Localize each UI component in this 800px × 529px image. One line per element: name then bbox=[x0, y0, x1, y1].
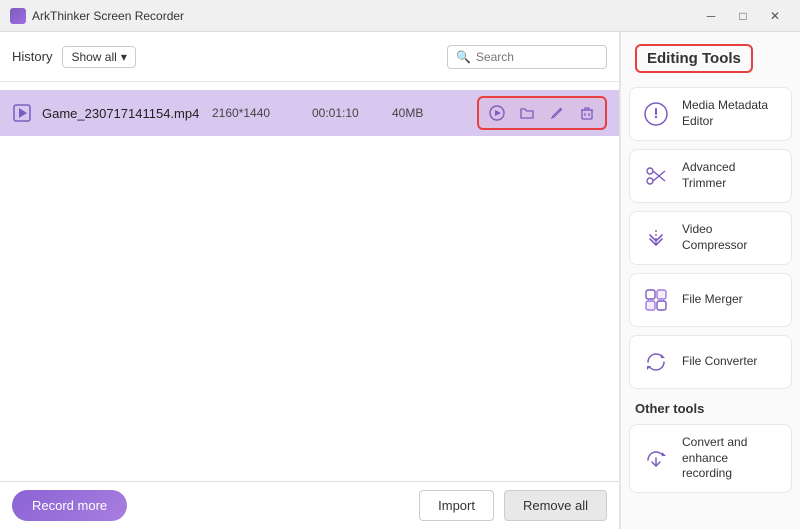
dropdown-arrow-icon: ▾ bbox=[121, 50, 127, 64]
editing-tools-label: Editing Tools bbox=[635, 44, 753, 73]
maximize-button[interactable]: □ bbox=[728, 6, 758, 26]
left-panel: History Show all ▾ 🔍 Game_23071714 bbox=[0, 32, 620, 529]
file-resolution: 2160*1440 bbox=[212, 106, 302, 120]
show-all-label: Show all bbox=[71, 50, 116, 64]
file-list: Game_230717141154.mp4 2160*1440 00:01:10… bbox=[0, 82, 619, 481]
tool-card-convert-enhance[interactable]: Convert andenhance recording bbox=[629, 424, 792, 493]
other-tools-header: Other tools bbox=[621, 393, 800, 420]
tool-card-video-compressor[interactable]: VideoCompressor bbox=[629, 211, 792, 265]
convert-enhance-label: Convert andenhance recording bbox=[682, 435, 781, 482]
main-layout: History Show all ▾ 🔍 Game_23071714 bbox=[0, 32, 800, 529]
file-row[interactable]: Game_230717141154.mp4 2160*1440 00:01:10… bbox=[0, 90, 619, 136]
tool-card-media-metadata[interactable]: Media MetadataEditor bbox=[629, 87, 792, 141]
title-bar-left: ArkThinker Screen Recorder bbox=[10, 8, 184, 24]
advanced-trimmer-icon bbox=[640, 160, 672, 192]
import-button[interactable]: Import bbox=[419, 490, 494, 521]
file-name: Game_230717141154.mp4 bbox=[42, 106, 202, 121]
file-actions bbox=[477, 96, 607, 130]
right-header: Editing Tools bbox=[621, 32, 800, 83]
history-label: History bbox=[12, 49, 52, 64]
media-metadata-label: Media MetadataEditor bbox=[682, 98, 768, 129]
folder-button[interactable] bbox=[513, 100, 541, 126]
show-all-dropdown[interactable]: Show all ▾ bbox=[62, 46, 135, 68]
file-duration: 00:01:10 bbox=[312, 106, 382, 120]
file-converter-icon bbox=[640, 346, 672, 378]
bottom-bar: Record more Import Remove all bbox=[0, 481, 619, 529]
video-compressor-label: VideoCompressor bbox=[682, 222, 747, 253]
search-box: 🔍 bbox=[447, 45, 607, 69]
file-merger-icon bbox=[640, 284, 672, 316]
video-compressor-icon bbox=[640, 222, 672, 254]
toolbar-row: History Show all ▾ 🔍 bbox=[0, 32, 619, 82]
search-icon: 🔍 bbox=[456, 50, 471, 64]
file-size: 40MB bbox=[392, 106, 432, 120]
title-bar: ArkThinker Screen Recorder ─ □ ✕ bbox=[0, 0, 800, 32]
record-more-button[interactable]: Record more bbox=[12, 490, 127, 521]
convert-enhance-icon bbox=[640, 442, 672, 474]
right-panel: Editing Tools Media MetadataEditor bbox=[620, 32, 800, 529]
title-bar-controls: ─ □ ✕ bbox=[696, 6, 790, 26]
file-converter-label: File Converter bbox=[682, 354, 757, 370]
play-button[interactable] bbox=[483, 100, 511, 126]
file-type-icon bbox=[12, 103, 32, 123]
app-icon bbox=[10, 8, 26, 24]
remove-all-button[interactable]: Remove all bbox=[504, 490, 607, 521]
search-input[interactable] bbox=[476, 50, 598, 64]
close-button[interactable]: ✕ bbox=[760, 6, 790, 26]
minimize-button[interactable]: ─ bbox=[696, 6, 726, 26]
delete-button[interactable] bbox=[573, 100, 601, 126]
tool-card-advanced-trimmer[interactable]: AdvancedTrimmer bbox=[629, 149, 792, 203]
tool-card-file-merger[interactable]: File Merger bbox=[629, 273, 792, 327]
edit-button[interactable] bbox=[543, 100, 571, 126]
media-metadata-icon bbox=[640, 98, 672, 130]
tool-card-file-converter[interactable]: File Converter bbox=[629, 335, 792, 389]
advanced-trimmer-label: AdvancedTrimmer bbox=[682, 160, 735, 191]
file-merger-label: File Merger bbox=[682, 292, 743, 308]
app-title: ArkThinker Screen Recorder bbox=[32, 9, 184, 23]
